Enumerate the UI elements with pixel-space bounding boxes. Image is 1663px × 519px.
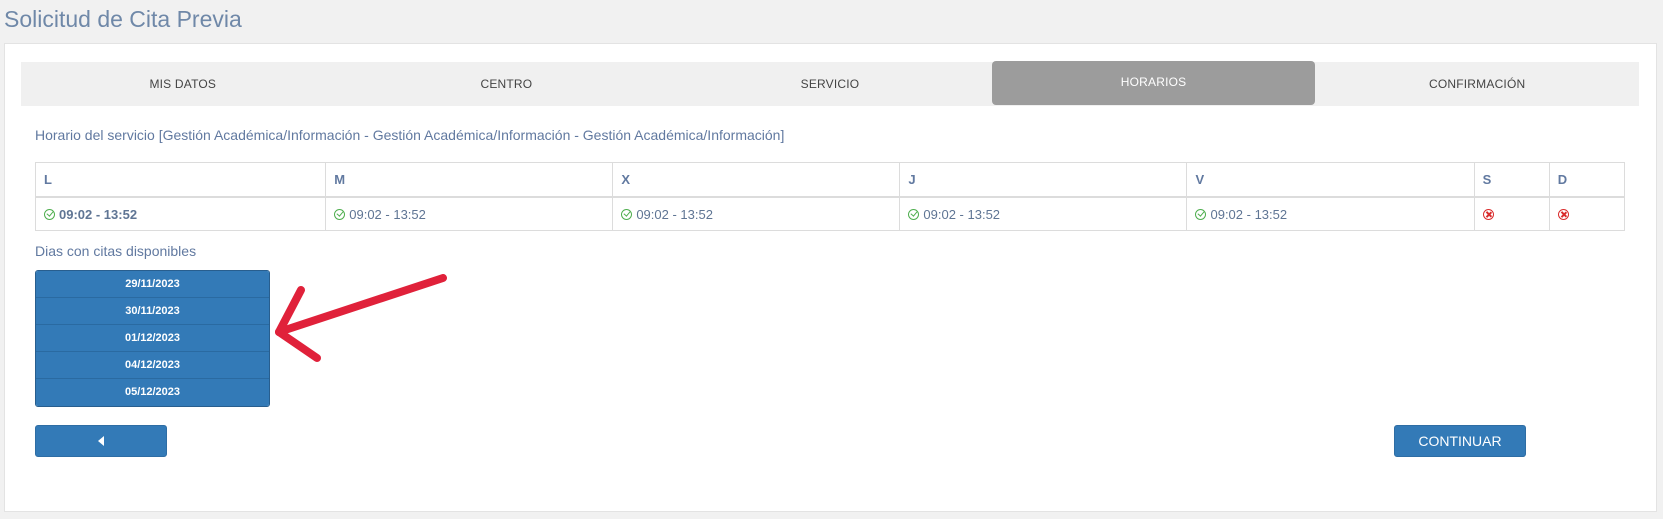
date-button[interactable]: 29/11/2023 [36,271,269,298]
day-header-l: L [34,162,327,198]
main-panel: MIS DATOS CENTRO SERVICIO HORARIOS CONFI… [4,43,1657,512]
step-horarios[interactable]: HORARIOS [991,61,1316,105]
day-header-j: J [899,162,1188,198]
hours-cell-s [1473,196,1550,231]
hours-value: 09:02 - 13:52 [636,206,713,222]
caret-left-icon [98,436,104,446]
check-circle-icon [334,208,346,220]
times-circle-icon [1482,208,1494,220]
date-button[interactable]: 30/11/2023 [36,298,269,325]
page-title: Solicitud de Cita Previa [4,6,242,32]
check-circle-icon [1195,208,1207,220]
wizard-steps: MIS DATOS CENTRO SERVICIO HORARIOS CONFI… [21,61,1639,106]
back-button[interactable] [35,425,167,457]
available-days-label: Dias con citas disponibles [35,243,197,259]
day-header-d: D [1548,162,1626,198]
available-days-list: 29/11/2023 30/11/2023 01/12/2023 04/12/2… [35,270,270,407]
hours-cell-m: 09:02 - 13:52 [325,196,614,231]
hours-cell-l: 09:02 - 13:52 [34,196,327,231]
day-header-x: X [612,162,901,198]
hours-cell-x: 09:02 - 13:52 [612,196,901,231]
step-confirmacion[interactable]: CONFIRMACIÓN [1315,62,1639,106]
date-button[interactable]: 04/12/2023 [36,352,269,379]
day-header-s: S [1473,162,1550,198]
times-circle-icon [1557,208,1569,220]
check-circle-icon [44,208,55,220]
step-mis-datos[interactable]: MIS DATOS [21,62,345,106]
schedule-table: L M X J V S D 09:02 - 13:52 09:02 - 13:5… [34,162,1626,231]
hours-value: 09:02 - 13:52 [1210,206,1288,222]
step-centro[interactable]: CENTRO [345,62,669,106]
check-circle-icon [908,208,920,220]
step-servicio[interactable]: SERVICIO [668,62,992,106]
schedule-hours-row: 09:02 - 13:52 09:02 - 13:52 09:02 - 13:5… [34,196,1626,231]
date-button[interactable]: 05/12/2023 [36,379,269,406]
hours-cell-j: 09:02 - 13:52 [899,196,1188,231]
check-circle-icon [621,208,633,220]
hours-value: 09:02 - 13:52 [59,206,138,222]
date-button[interactable]: 01/12/2023 [36,325,269,352]
schedule-caption: Horario del servicio [Gestión Académica/… [35,127,785,143]
continue-button[interactable]: CONTINUAR [1394,425,1526,457]
annotation-arrow-icon [275,274,447,362]
hours-cell-d [1548,196,1626,231]
day-header-v: V [1186,162,1475,198]
hours-value: 09:02 - 13:52 [349,206,426,222]
schedule-header-row: L M X J V S D [34,162,1626,198]
day-header-m: M [325,162,614,198]
hours-value: 09:02 - 13:52 [923,206,1001,222]
hours-cell-v: 09:02 - 13:52 [1186,196,1475,231]
